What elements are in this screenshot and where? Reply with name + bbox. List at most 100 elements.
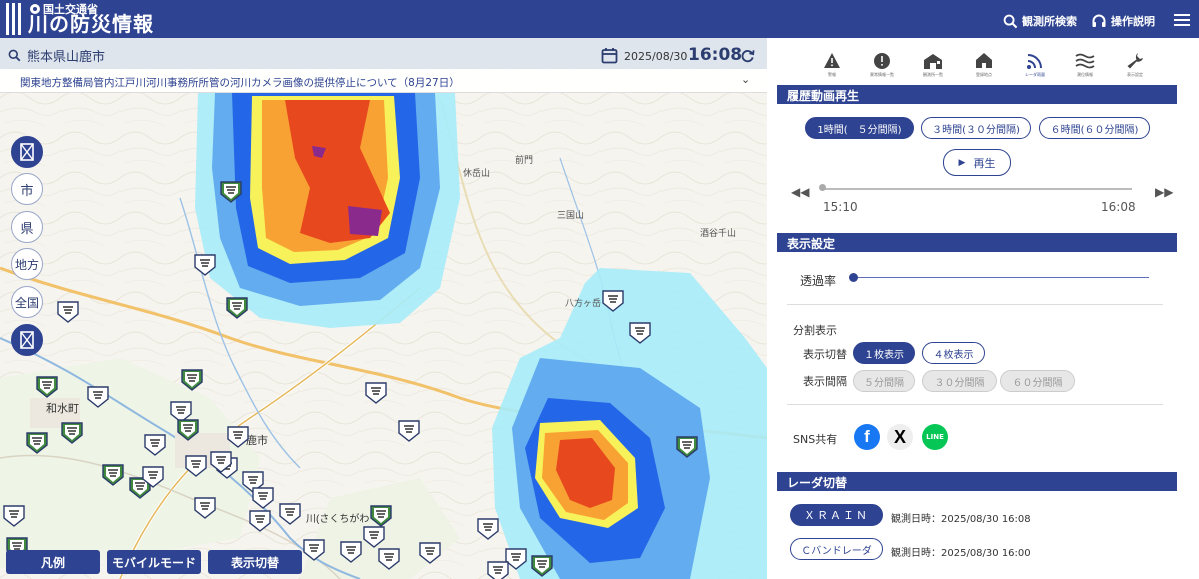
zoom-prefecture-button[interactable]: 県: [11, 211, 43, 243]
water-level-gauge-icon[interactable]: [675, 435, 699, 459]
toolbar-registered[interactable]: 登録地点: [966, 52, 1002, 78]
water-level-gauge-icon[interactable]: [176, 418, 200, 442]
water-level-gauge-icon[interactable]: [56, 300, 80, 324]
divider: [787, 304, 1163, 305]
skip-forward-icon[interactable]: ▶▶: [1155, 185, 1173, 199]
xrain-button[interactable]: ＸＲＡＩＮ: [790, 504, 883, 526]
app-title[interactable]: 川の防災情報: [28, 13, 154, 35]
water-level-gauge-icon[interactable]: [184, 454, 208, 478]
water-level-gauge-icon[interactable]: [225, 296, 249, 320]
radar-map[interactable]: 和水町 鹿市 川(さくちがわ 三国山 八方ヶ岳 酒谷千山 休岳山 前門: [0, 38, 767, 579]
water-level-gauge-icon[interactable]: [530, 554, 554, 578]
headset-icon: [1092, 14, 1106, 27]
facebook-icon[interactable]: f: [854, 424, 880, 450]
refresh-icon[interactable]: [740, 48, 755, 63]
water-level-gauge-icon[interactable]: [193, 253, 217, 277]
toolbar-radar[interactable]: レーダ雨量: [1017, 52, 1053, 78]
single-view-button[interactable]: １枚表示: [853, 342, 915, 364]
notice-text[interactable]: 関東地方整備局管内江戸川河川事務所所管の河川カメラ画像の提供停止について（8月2…: [20, 75, 460, 90]
calendar-icon[interactable]: [601, 47, 618, 64]
map-label-zenmon: 前門: [515, 154, 533, 165]
opacity-label: 透過率: [800, 274, 837, 288]
line-icon[interactable]: LINE: [922, 424, 948, 450]
water-level-gauge-icon[interactable]: [251, 486, 275, 510]
play-button[interactable]: ▶ 再生: [943, 149, 1011, 176]
water-level-gauge-icon[interactable]: [302, 538, 326, 562]
interval-6h-button[interactable]: ６時間(６０分間隔): [1039, 117, 1150, 139]
quad-view-button[interactable]: ４枚表示: [922, 342, 985, 364]
water-level-gauge-icon[interactable]: [362, 525, 386, 549]
radar-icon: [1027, 54, 1042, 69]
interval-5min-button[interactable]: ５分間隔: [853, 370, 915, 392]
water-level-gauge-icon[interactable]: [86, 385, 110, 409]
water-level-gauge-icon[interactable]: [248, 509, 272, 533]
water-level-gauge-icon[interactable]: [377, 547, 401, 571]
water-level-gauge-icon[interactable]: [2, 504, 26, 528]
toolbar-tide[interactable]: 潮位情報: [1067, 52, 1103, 78]
map-label-nagomi: 和水町: [46, 402, 79, 415]
water-level-gauge-icon[interactable]: [476, 517, 500, 541]
toolbar-registered-label: 登録地点: [976, 72, 992, 77]
toolbar-stations-label: 観測所一覧: [923, 72, 943, 77]
help-label: 操作説明: [1111, 15, 1155, 28]
skip-back-icon[interactable]: ◀◀: [791, 185, 809, 199]
water-level-gauge-icon[interactable]: [226, 425, 250, 449]
layer-toggle-button-top[interactable]: [11, 136, 43, 168]
water-level-gauge-icon[interactable]: [25, 431, 49, 455]
timeline-handle[interactable]: [819, 184, 826, 191]
station-search-button[interactable]: 観測所検索: [1003, 13, 1077, 29]
layer-icon: [20, 143, 34, 161]
water-level-gauge-icon[interactable]: [278, 502, 302, 526]
water-level-gauge-icon[interactable]: [193, 496, 217, 520]
zoom-city-button[interactable]: 市: [11, 173, 43, 205]
toolbar-settings[interactable]: 表示設定: [1117, 52, 1153, 78]
water-level-gauge-icon[interactable]: [219, 180, 243, 204]
opacity-slider-handle[interactable]: [849, 273, 858, 282]
zoom-national-button[interactable]: 全国: [11, 286, 43, 318]
water-level-gauge-icon[interactable]: [486, 560, 510, 579]
water-level-gauge-icon[interactable]: [628, 321, 652, 345]
water-level-gauge-icon[interactable]: [60, 421, 84, 445]
x-icon[interactable]: X: [887, 424, 913, 450]
toolbar-radar-label: レーダ雨量: [1025, 72, 1045, 77]
layer-toggle-button-bottom[interactable]: [11, 324, 43, 356]
interval-30min-button[interactable]: ３０分間隔: [922, 370, 997, 392]
timeline-track[interactable]: [823, 188, 1132, 190]
water-level-gauge-icon[interactable]: [141, 465, 165, 489]
observation-date: 2025/08/30: [624, 50, 688, 63]
warning-icon: [824, 53, 840, 68]
water-level-gauge-icon[interactable]: [339, 540, 363, 564]
interval-60min-button[interactable]: ６０分間隔: [1000, 370, 1075, 392]
water-level-gauge-icon[interactable]: [35, 375, 59, 399]
toolbar-alerts[interactable]: 異常情報一覧: [864, 52, 900, 78]
current-location[interactable]: 熊本県山鹿市: [8, 46, 105, 65]
notice-banner[interactable]: 関東地方整備局管内江戸川河川事務所所管の河川カメラ画像の提供停止について（8月2…: [0, 69, 767, 93]
interval-1h-button[interactable]: 1時間( ５分間隔): [805, 117, 914, 139]
water-level-gauge-icon[interactable]: [364, 381, 388, 405]
water-level-gauge-icon[interactable]: [418, 541, 442, 565]
timeline-end: 16:08: [1101, 200, 1136, 214]
water-level-gauge-icon[interactable]: [209, 450, 233, 474]
logo-icon: [6, 3, 22, 35]
legend-button[interactable]: 凡例: [6, 550, 100, 574]
chevron-down-icon[interactable]: ⌄: [741, 73, 750, 86]
help-button[interactable]: 操作説明: [1091, 13, 1155, 29]
location-bar: 熊本県山鹿市 2025/08/30 16:08: [0, 38, 767, 69]
water-level-gauge-icon[interactable]: [397, 419, 421, 443]
zoom-region-button[interactable]: 地方: [11, 248, 43, 280]
toolbar-warning[interactable]: 警報: [814, 52, 850, 78]
water-level-gauge-icon[interactable]: [101, 463, 125, 487]
map-label-kyugaku: 休岳山: [463, 167, 490, 178]
display-toggle-button[interactable]: 表示切替: [208, 550, 302, 574]
water-level-gauge-icon[interactable]: [180, 368, 204, 392]
location-name: 熊本県山鹿市: [27, 50, 106, 65]
cband-time: 観測日時：2025/08/30 16:00: [891, 548, 1031, 559]
toolbar-stations[interactable]: 観測所一覧: [915, 52, 951, 78]
opacity-slider[interactable]: [851, 277, 1149, 278]
interval-3h-button[interactable]: ３時間(３０分間隔): [921, 117, 1031, 139]
hamburger-menu-icon[interactable]: [1174, 14, 1190, 26]
mobile-mode-button[interactable]: モバイルモード: [107, 550, 201, 574]
water-level-gauge-icon[interactable]: [601, 289, 625, 313]
cband-button[interactable]: Ｃバンドレーダ: [790, 538, 883, 560]
water-level-gauge-icon[interactable]: [143, 433, 167, 457]
